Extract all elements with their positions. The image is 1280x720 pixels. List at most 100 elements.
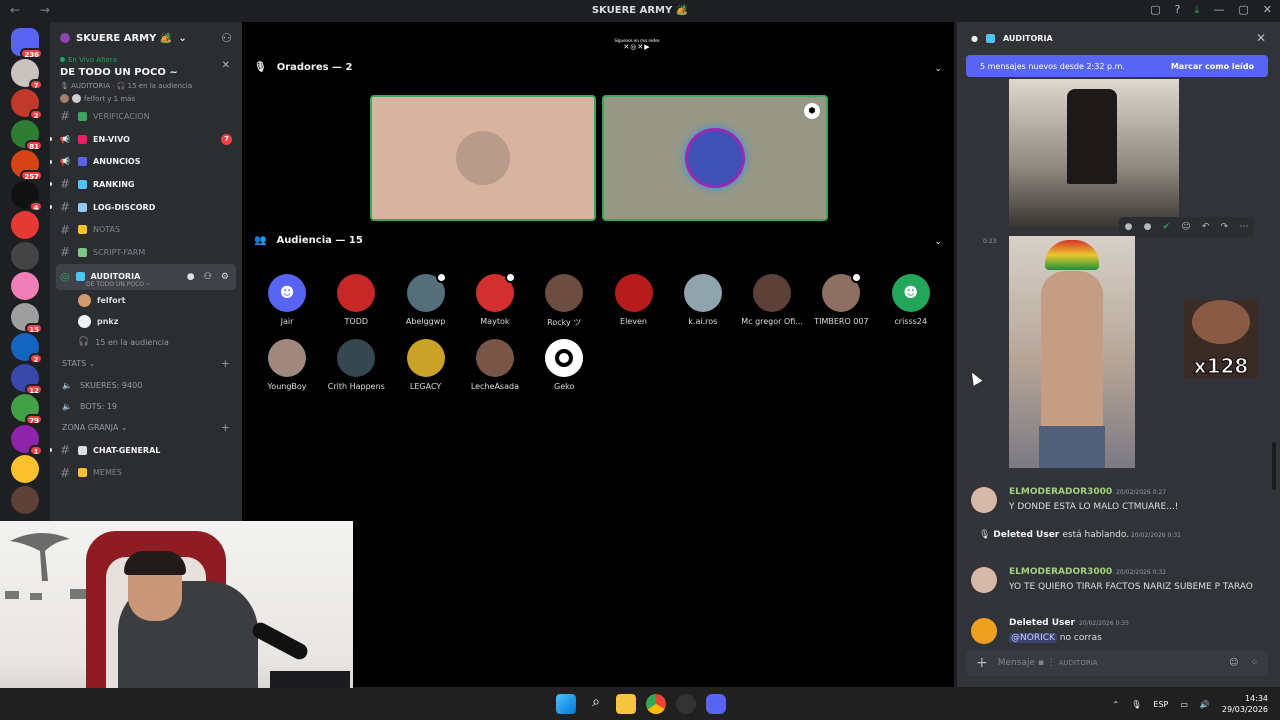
microphone-icon[interactable]: 🎙 — [1131, 700, 1141, 709]
audience-member[interactable]: Mc gregor Ofi... — [737, 274, 807, 326]
server-icon[interactable]: 79 — [11, 394, 43, 425]
reaction-icon[interactable]: ● — [1125, 222, 1133, 232]
audience-member[interactable]: ☻ crisss24 — [876, 274, 946, 326]
server-icon[interactable]: 12 — [11, 363, 43, 395]
channel-ranking[interactable]: # RANKING — [50, 173, 242, 196]
chevron-down-icon[interactable]: ⌄ — [934, 64, 942, 74]
new-messages-bar[interactable]: 5 mensajes nuevos desde 2:32 p.m. Marcar… — [966, 55, 1268, 77]
more-icon[interactable]: ⋯ — [1239, 222, 1248, 232]
channel-auditoria[interactable]: ◎ AUDITORIA DE TODO UN POCO ~ ● ⚇ ⚙ — [56, 263, 236, 290]
guild-header[interactable]: SKUERE ARMY 🏕️ ⌄ ⚇ — [50, 22, 242, 54]
channel-tools[interactable]: ● ⚇ ⚙ — [187, 272, 232, 282]
voice-user[interactable]: felfort — [50, 290, 242, 311]
maximize-button[interactable]: ▢ — [1238, 3, 1248, 17]
download-icon[interactable]: ⤓ — [1195, 3, 1200, 17]
channel-memes[interactable]: # MEMES — [50, 462, 242, 485]
obs-icon[interactable] — [676, 694, 696, 714]
stat-channel[interactable]: 🔈 BOTS: 19 — [50, 396, 242, 417]
network-icon[interactable]: ▭ — [1180, 700, 1188, 709]
channel-script-farm[interactable]: # SCRIPT-FARM — [50, 241, 242, 264]
server-icon[interactable]: 2 — [11, 89, 43, 120]
audience-member[interactable]: YoungBoy — [252, 339, 322, 391]
image-attachment[interactable] — [1009, 79, 1179, 227]
message-input[interactable]: Mensaje ▪ ⋮ AUDITORIA — [998, 658, 1098, 668]
server-icon[interactable]: 4 — [11, 180, 43, 212]
message-composer[interactable]: + Mensaje ▪ ⋮ AUDITORIA ☺ ⁘ — [966, 650, 1268, 676]
audience-member[interactable]: ☻ Jair — [252, 274, 322, 326]
image-attachment[interactable] — [1009, 236, 1135, 468]
forward-icon[interactable]: ↷ — [1221, 222, 1229, 232]
server-icon[interactable] — [11, 455, 39, 483]
windows-start-icon[interactable] — [556, 694, 576, 714]
user-mention[interactable]: @NORICK — [1009, 633, 1057, 643]
audience-member[interactable]: Maytok — [460, 272, 530, 326]
channel-anuncios[interactable]: 📢 ANUNCIOS — [50, 150, 242, 173]
apps-icon[interactable]: ⁘ — [1250, 658, 1258, 668]
server-icon[interactable]: 236 — [11, 28, 43, 59]
audience-member[interactable]: Geko — [529, 339, 599, 391]
inbox-icon[interactable]: ▢ — [1150, 3, 1160, 17]
channel-chat-general[interactable]: # CHAT-GENERAL — [50, 439, 242, 462]
add-member-icon[interactable]: ⚇ — [221, 31, 232, 45]
channel-en-vivo[interactable]: 📢 EN-VIVO 7 — [50, 128, 242, 151]
reply-icon[interactable]: ↶ — [1202, 222, 1210, 232]
server-icon[interactable] — [11, 241, 39, 270]
category-granja[interactable]: ZONA GRANJA ⌄ + — [50, 417, 242, 439]
add-channel-icon[interactable]: + — [221, 421, 230, 434]
check-icon[interactable]: ✔ — [1163, 222, 1171, 232]
audience-member[interactable]: LEGACY — [391, 339, 461, 391]
voice-audience[interactable]: 🎧 15 en la audiencia — [50, 332, 242, 353]
chat-message[interactable]: ELMODERADOR3000 20/02/2026 0:32 YO TE QUIE… — [971, 567, 1271, 595]
chevron-down-icon[interactable]: ⌄ — [934, 237, 942, 247]
audience-member[interactable]: Eleven — [599, 274, 669, 326]
channel-verificacion[interactable]: # VERIFICACION — [50, 105, 242, 128]
mark-read-button[interactable]: Marcar como leído — [1171, 62, 1254, 71]
server-icon[interactable]: 257 — [11, 150, 43, 181]
chat-message[interactable]: ELMODERADOR3000 20/02/2026 0:27 Y DONDE ES… — [971, 487, 1271, 515]
add-attachment-icon[interactable]: + — [976, 655, 988, 671]
reaction-icon[interactable]: ● — [1144, 222, 1152, 232]
clock[interactable]: 14:34 29/03/2026 — [1222, 693, 1268, 715]
help-icon[interactable]: ? — [1175, 3, 1181, 17]
minimize-button[interactable]: — — [1213, 3, 1224, 17]
server-icon[interactable] — [11, 272, 39, 300]
server-icon[interactable] — [11, 211, 39, 239]
close-icon[interactable]: ✕ — [1256, 31, 1266, 45]
audience-member[interactable]: TODD — [321, 274, 391, 326]
chrome-icon[interactable] — [646, 694, 666, 714]
message-author[interactable]: ELMODERADOR3000 — [1009, 567, 1112, 577]
speaker-tile[interactable]: ⬢ — [602, 95, 828, 221]
discord-icon[interactable] — [706, 694, 726, 714]
emoji-icon[interactable]: ☺ — [1229, 658, 1238, 668]
search-icon[interactable]: ⌕ — [586, 694, 606, 714]
voice-user[interactable]: pnkz — [50, 311, 242, 332]
audience-member[interactable]: Rocky ツ — [529, 274, 599, 328]
server-icon[interactable]: 1 — [11, 424, 43, 456]
language-indicator[interactable]: ESP — [1153, 700, 1168, 709]
server-icon[interactable]: 81 — [11, 119, 43, 151]
message-author[interactable]: ELMODERADOR3000 — [1009, 487, 1112, 497]
server-icon[interactable]: 7 — [11, 58, 43, 90]
server-icon[interactable]: 15 — [11, 302, 43, 334]
server-icon[interactable] — [11, 485, 39, 514]
live-stage-card[interactable]: En Vivo Ahora DE TODO UN POCO ~ 🎙 AUDITO… — [50, 54, 242, 107]
add-channel-icon[interactable]: + — [221, 357, 230, 370]
message-author[interactable]: Deleted User — [1009, 618, 1075, 628]
channel-log-discord[interactable]: # LOG-DISCORD — [50, 196, 242, 219]
chevron-up-icon[interactable]: ⌃ — [1113, 700, 1120, 709]
stat-channel[interactable]: 🔈 SKUERES: 9400 — [50, 375, 242, 396]
close-button[interactable]: ✕ — [1263, 3, 1272, 17]
audience-member[interactable]: k.ai.ros — [668, 274, 738, 326]
file-explorer-icon[interactable] — [616, 694, 636, 714]
category-stats[interactable]: STATS ⌄ + — [50, 353, 242, 375]
server-icon[interactable]: 2 — [11, 333, 43, 364]
audience-member[interactable]: TIMBERO 007 — [806, 272, 876, 326]
audience-member[interactable]: Crith Happens — [321, 339, 391, 391]
chat-message[interactable]: Deleted User 20/02/2026 0:35 @NORICK no co… — [971, 618, 1271, 646]
add-reaction-icon[interactable]: ☺ — [1181, 222, 1190, 232]
audience-member[interactable]: LecheAsada — [460, 339, 530, 391]
volume-icon[interactable]: 🔊 — [1200, 700, 1210, 709]
close-icon[interactable]: ✕ — [222, 60, 230, 71]
scrollbar[interactable] — [1272, 442, 1276, 490]
sticker-attachment[interactable]: x128 — [1184, 300, 1258, 379]
